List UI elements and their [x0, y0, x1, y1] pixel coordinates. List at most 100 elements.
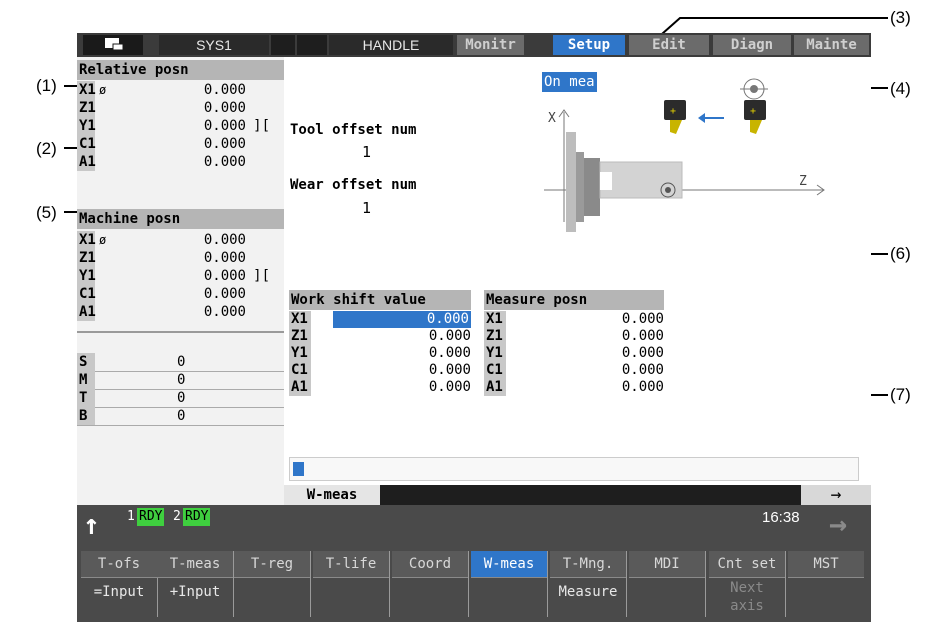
callout-5: (5): [36, 203, 57, 222]
fkey-top-label: T-reg: [234, 551, 310, 578]
fkey-t-mng-[interactable]: T-Mng. Measure: [550, 551, 627, 617]
measure-row[interactable]: A1 0.000: [484, 379, 664, 396]
window-icon: [105, 38, 124, 51]
work-shift-title: Work shift value: [289, 290, 471, 310]
smtb-row: B0: [77, 407, 284, 426]
axis-suffix: ø: [99, 233, 107, 247]
fkey-top-label: T-Mng.: [550, 551, 626, 578]
cell-value[interactable]: 0.000: [622, 362, 664, 379]
cell-value[interactable]: 0.000: [429, 328, 471, 345]
measurement-diagram: X Z + +: [544, 78, 825, 232]
position-value: 0.000: [203, 118, 246, 134]
measure-row[interactable]: X1 0.000: [484, 311, 664, 328]
callout-2: (2): [36, 139, 57, 158]
cell-value[interactable]: 0.000: [622, 345, 664, 362]
x-axis-label: X: [548, 111, 556, 126]
axis-label: Z1: [77, 99, 96, 117]
rdy1-badge: RDY: [137, 508, 165, 526]
machine-posn-title: Machine posn: [77, 209, 284, 229]
tab-monitor[interactable]: Monitr: [457, 35, 524, 55]
code-value: 0: [177, 372, 186, 388]
axis-label: A1: [77, 303, 96, 321]
machine-row: A1 0.000: [77, 303, 284, 321]
tab-diagnosis[interactable]: Diagn: [713, 35, 791, 55]
page-arrow-button[interactable]: →: [801, 485, 871, 505]
input-line[interactable]: [289, 457, 859, 481]
cell-value[interactable]: 0.000: [622, 311, 664, 328]
axis-label: X1: [289, 311, 311, 328]
screen-name-bar: W-meas →: [284, 485, 871, 505]
system-indicator[interactable]: SYS1: [159, 35, 269, 55]
code-value: 0: [177, 390, 186, 406]
work_shift-row[interactable]: C1 0.000: [289, 362, 471, 379]
fkey-coord[interactable]: Coord: [392, 551, 469, 617]
machine-row: Y1 0.000][: [77, 267, 284, 285]
measure-row[interactable]: Z1 0.000: [484, 328, 664, 345]
cell-value[interactable]: 0.000: [429, 345, 471, 362]
fkey-t-reg[interactable]: T-reg: [234, 551, 311, 617]
relative-posn-title: Relative posn: [77, 60, 284, 80]
fkey-mst[interactable]: MST: [788, 551, 864, 617]
tab-maintenance[interactable]: Mainte: [794, 35, 869, 55]
callout-3: (3): [890, 8, 911, 27]
machine-row: C1 0.000: [77, 285, 284, 303]
work_shift-row[interactable]: X1 0.000: [289, 311, 471, 328]
tab-edit[interactable]: Edit: [629, 35, 709, 55]
cell-value[interactable]: 0.000: [622, 328, 664, 345]
fkey-top-label: MST: [788, 551, 864, 578]
measure-row[interactable]: Y1 0.000: [484, 345, 664, 362]
fkey-t-life[interactable]: T-life: [313, 551, 390, 617]
rdy1-num: 1: [127, 509, 135, 524]
axis-label: Y1: [289, 345, 311, 362]
axis-label: C1: [484, 362, 506, 379]
axis-label: A1: [289, 379, 311, 396]
position-value: 0.000: [203, 154, 246, 170]
work_shift-row[interactable]: Y1 0.000: [289, 345, 471, 362]
smtb-row: T0: [77, 389, 284, 408]
next-arrow-icon[interactable]: →: [829, 510, 847, 540]
fkey-cnt-set[interactable]: Cnt set Next axis: [709, 551, 786, 617]
position-value: 0.000: [203, 82, 246, 98]
fkey-top-label: T-ofs: [81, 551, 157, 578]
smtb-row: M0: [77, 371, 284, 390]
axis-label: C1: [77, 135, 96, 153]
work-measure-area: Tool offset num 1 Wear offset num 1 On m…: [284, 57, 871, 485]
relative-row: C1 0.000: [77, 135, 284, 153]
measure-row[interactable]: C1 0.000: [484, 362, 664, 379]
axis-label: X1: [484, 311, 506, 328]
clock: 16:38: [762, 509, 800, 526]
fkey-t-ofs[interactable]: T-ofs =Input: [81, 551, 158, 617]
smtb-row: S0: [77, 353, 284, 372]
cell-value[interactable]: 0.000: [429, 362, 471, 379]
status-slot-1: [271, 35, 295, 55]
rdy2-num: 2: [173, 509, 181, 524]
screen-switch-icon[interactable]: [83, 35, 143, 55]
axis-label: X1: [77, 231, 96, 249]
cnc-screen: SYS1 HANDLE Monitr Setup Edit Diagn Main…: [77, 33, 871, 622]
code-value: 0: [177, 354, 186, 370]
fkey-t-meas[interactable]: T-meas +Input: [157, 551, 234, 617]
cell-value[interactable]: 0.000: [333, 311, 471, 328]
axis-label: C1: [77, 285, 96, 303]
z-axis-label: Z: [799, 174, 807, 189]
work_shift-row[interactable]: A1 0.000: [289, 379, 471, 396]
tool-offset-value: 1: [362, 143, 372, 161]
position-value: 0.000: [203, 304, 246, 320]
cell-value[interactable]: 0.000: [622, 379, 664, 396]
fkey-bottom-label: =Input: [93, 584, 145, 600]
position-value: 0.000: [203, 136, 246, 152]
fkey-top-label: Coord: [392, 551, 468, 578]
axis-label: Z1: [77, 249, 96, 267]
up-arrow-icon[interactable]: ↑: [83, 511, 100, 539]
work_shift-row[interactable]: Z1 0.000: [289, 328, 471, 345]
cell-value[interactable]: 0.000: [429, 379, 471, 396]
tab-setup[interactable]: Setup: [553, 35, 625, 55]
tool-icon-right: +: [744, 100, 766, 134]
fkey-w-meas[interactable]: W-meas: [471, 551, 548, 617]
chuck-icon: [566, 132, 600, 232]
relative-row: Y1 0.000][: [77, 117, 284, 135]
tool-offset-label: Tool offset num: [290, 122, 417, 138]
crosshair-icon: [740, 78, 768, 100]
fkey-mdi[interactable]: MDI: [629, 551, 706, 617]
position-value: 0.000: [203, 232, 246, 248]
